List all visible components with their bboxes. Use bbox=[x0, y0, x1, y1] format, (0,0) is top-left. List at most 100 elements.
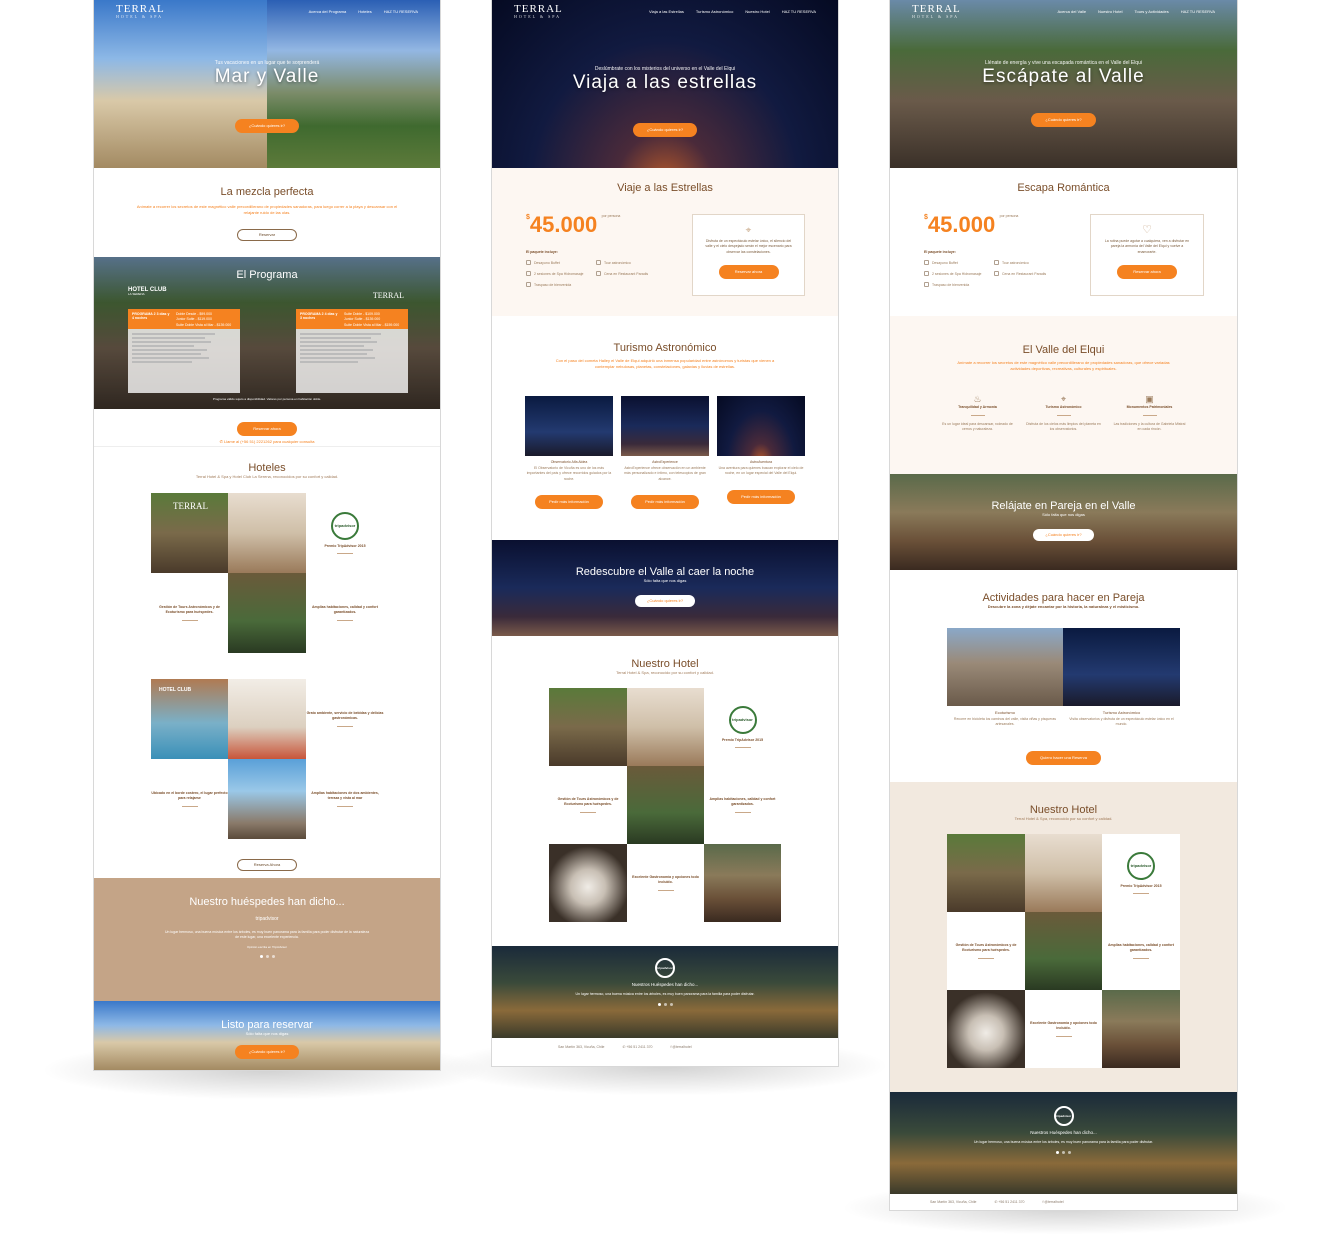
carousel-dots[interactable] bbox=[890, 1151, 1237, 1155]
ecotourism-image bbox=[947, 628, 1063, 706]
astroaventura-image bbox=[717, 396, 805, 456]
offer-card-text: La rutina puede agotar a cualquiera, ven… bbox=[1104, 239, 1190, 254]
nav-link-reserva[interactable]: HAZ TU RESERVA bbox=[1181, 9, 1215, 14]
reserve-now-button[interactable]: Reservar ahora bbox=[718, 264, 779, 279]
when-button[interactable]: ¿Cuándo quieres ir? bbox=[632, 123, 698, 137]
price: $45.000 por persona bbox=[924, 212, 1019, 237]
offer-card: ♡ La rutina puede agotar a cualquiera, v… bbox=[1090, 214, 1204, 296]
hotel-section: Nuestro Hotel Terral Hotel & Spa, recono… bbox=[492, 636, 838, 946]
trail-image bbox=[627, 766, 704, 844]
reserve-button[interactable]: Reservar bbox=[237, 229, 297, 242]
hotels-section: Hoteles Terral Hotel & Spa y Hotel Club … bbox=[94, 446, 440, 878]
offer-section: Viaje a las Estrellas $45.000 por person… bbox=[492, 168, 838, 316]
include-item: 2 sesiones de Spa Hidromasaje bbox=[924, 271, 994, 276]
nav-link-hotel[interactable]: Nuestro Hotel bbox=[1098, 9, 1122, 14]
relax-title: Relájate en Pareja en el Valle bbox=[991, 500, 1136, 512]
astro-section: Turismo Astronómico Con el paso del come… bbox=[492, 316, 838, 540]
carousel-dots[interactable] bbox=[94, 954, 440, 958]
nav-link-valle[interactable]: Acerca del Valle bbox=[1057, 9, 1086, 14]
hero-subtitle: Tus vacaciones en un lugar que te sorpre… bbox=[214, 60, 320, 66]
night-subtitle: Sólo falta que nos digas bbox=[643, 578, 687, 583]
testimonial-quote: Un lugar hermoso, una buena música entre… bbox=[974, 1140, 1153, 1144]
testimonials-section: tripadvisor Nuestros Huéspedes han dicho… bbox=[890, 1092, 1237, 1194]
footer-address: San Martín 363, Vicuña, Chile bbox=[558, 1045, 605, 1049]
award-tile: tripadvisor Premio TripAdvisor 2015 bbox=[704, 688, 781, 766]
tripadvisor-badge-icon: tripadvisor bbox=[655, 958, 675, 978]
nav-link-tours[interactable]: Tours y Actividades bbox=[1135, 9, 1169, 14]
program-b-prices: Suite Doble - $109.000 Junior Suite - $1… bbox=[344, 312, 400, 327]
carousel-dots[interactable] bbox=[492, 1003, 838, 1007]
astro-card: AstroAventura Una aventura para quienes … bbox=[717, 460, 805, 504]
hero-text: Llénate de energía y vive una escapada r… bbox=[890, 60, 1237, 127]
nav-link-programa[interactable]: Acerca del Programa bbox=[309, 9, 347, 14]
reservation-button[interactable]: Quiero hacer una Reserva bbox=[1026, 751, 1101, 765]
dinner-icon bbox=[596, 271, 601, 276]
testimonial-author: Opinión escrita en TripAdvisor bbox=[246, 944, 288, 949]
hero-subtitle: Deslúmbrate con los misterios del univer… bbox=[594, 66, 736, 72]
reserve-now-outline-button[interactable]: Reserva Ahora bbox=[237, 859, 297, 871]
nav-link-hotel[interactable]: Nuestro Hotel bbox=[745, 9, 769, 14]
spa-icon bbox=[924, 271, 929, 276]
hero-section: TERRAL HOTEL & SPA Acerca del Valle Nuest… bbox=[890, 0, 1237, 168]
program-note: Programa válido sujeto a disponibilidad.… bbox=[212, 397, 322, 401]
footer-social[interactable]: f @terralhotel bbox=[1042, 1200, 1063, 1204]
top-nav: TERRAL HOTEL & SPA Acerca del Programa Ho… bbox=[94, 0, 440, 22]
relax-when-button[interactable]: ¿Cuándo quieres ir? bbox=[1033, 529, 1094, 541]
when-button[interactable]: ¿Cuándo quieres ir? bbox=[234, 119, 300, 133]
welcome-icon bbox=[924, 282, 929, 287]
testimonial-quote: Un lugar hermoso, una buena música entre… bbox=[164, 930, 370, 940]
feature-item: ▣ Monumentos Patrimoniales Las tradicion… bbox=[1113, 394, 1186, 432]
heart-icon: ♡ bbox=[1142, 224, 1152, 236]
includes-list: Desayuno Buffet Tour astronómico 2 sesio… bbox=[924, 260, 1064, 287]
section-title: La mezcla perfecta bbox=[220, 186, 314, 198]
includes-label: El paquete incluye: bbox=[924, 250, 956, 254]
observatory-image bbox=[525, 396, 613, 456]
program-a-prices: Doble Desde - $99.000 Junior Suite - $11… bbox=[176, 312, 232, 327]
include-item: Traspaso de bienvenida bbox=[526, 282, 596, 287]
telescope-icon bbox=[994, 260, 999, 265]
tripadvisor-badge-icon: tripadvisor bbox=[728, 705, 757, 734]
reserve-now-button[interactable]: Reservar ahora bbox=[237, 422, 297, 436]
spa-icon bbox=[526, 271, 531, 276]
nav-link-reserva[interactable]: HAZ TU RESERVA bbox=[384, 9, 418, 14]
feature-item: ⌖ Turismo Astronómico Disfruta de los ci… bbox=[1026, 394, 1101, 432]
program-section: El Programa HOTEL CLUB LA SERENA TERRAL P… bbox=[94, 257, 440, 409]
footer-social[interactable]: f @terralhotel bbox=[670, 1045, 691, 1049]
reserve-now-button[interactable]: Reservar ahora bbox=[1117, 264, 1177, 279]
final-subtitle: Sólo falta que nos digas bbox=[245, 1031, 289, 1036]
when-button[interactable]: ¿Cuándo quieres ir? bbox=[1031, 113, 1096, 127]
offer-title: Escapa Romántica bbox=[1017, 182, 1110, 194]
nav-link-reserva[interactable]: HAZ TU RESERVA bbox=[782, 9, 816, 14]
rooms-tile: Amplias habitaciones, calidad y confort … bbox=[306, 573, 384, 653]
activities-subtitle: Descubre la zona y déjate encantar por l… bbox=[987, 604, 1140, 609]
phone-link[interactable]: ✆ Llame al (+56 51) 2221262 para cualqui… bbox=[94, 439, 440, 444]
program-card-b: PROGRAMA 2 4 días y 3 noches Suite Doble… bbox=[296, 309, 408, 393]
telescope-icon: ⌖ bbox=[1060, 394, 1067, 404]
gastro-tile: Excelente Gastronomía y opciones todo in… bbox=[627, 844, 704, 922]
bed-image bbox=[228, 679, 306, 759]
testimonials-title: Nuestros Huéspedes han dicho... bbox=[1030, 1130, 1097, 1135]
activities-title: Actividades para hacer en Pareja bbox=[982, 592, 1145, 604]
nav-link-estrellas[interactable]: Viaja a las Estrellas bbox=[649, 9, 684, 14]
info-button[interactable]: Pedir más información bbox=[535, 494, 603, 509]
nav-link-turismo[interactable]: Turismo Astronómico bbox=[696, 9, 733, 14]
program-a-title: PROGRAMA 2 3 días y 4 noches bbox=[132, 312, 170, 320]
terral-logo[interactable]: TERRAL HOTEL & SPA bbox=[912, 3, 961, 19]
nav-links: Acerca del Programa Hoteles HAZ TU RESER… bbox=[309, 9, 418, 14]
mockup-stage: TERRAL HOTEL & SPA Acerca del Programa Ho… bbox=[0, 0, 1329, 1235]
info-button[interactable]: Pedir más información bbox=[631, 494, 699, 509]
testimonial-quote: Un lugar hermoso, una buena música entre… bbox=[575, 992, 755, 996]
footer-phone[interactable]: ✆ +56 51 2411 370 bbox=[994, 1200, 1024, 1204]
include-item: Tour astronómico bbox=[994, 260, 1064, 265]
night-when-button[interactable]: ¿Cuándo quieres ir? bbox=[634, 595, 696, 607]
dinner-icon bbox=[994, 271, 999, 276]
testimonials-section: tripadvisor Nuestros Huéspedes han dicho… bbox=[492, 946, 838, 1038]
nav-link-hoteles[interactable]: Hoteles bbox=[358, 9, 372, 14]
info-button[interactable]: Pedir más información bbox=[727, 489, 795, 504]
activity-item: Turismo Astronómico Visita observatorios… bbox=[1069, 710, 1174, 727]
hero-text: Deslúmbrate con los misterios del univer… bbox=[492, 66, 838, 137]
terral-logo[interactable]: TERRAL HOTEL & SPA bbox=[514, 3, 563, 19]
final-when-button[interactable]: ¿Cuándo quieres ir? bbox=[234, 1045, 300, 1059]
terral-logo[interactable]: TERRAL HOTEL & SPA bbox=[116, 3, 165, 19]
footer-phone[interactable]: ✆ +56 51 2411 370 bbox=[622, 1045, 652, 1049]
